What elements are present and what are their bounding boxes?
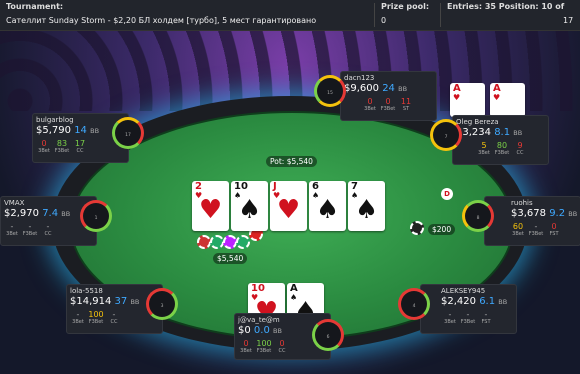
player-stats: 0 3Bet 0 F3Bet 11 ST	[364, 97, 412, 112]
board-card: 10 ♠ ♠	[231, 181, 268, 231]
player-hole-card: A ♥	[490, 83, 525, 117]
player-stats: 0 3Bet 100 F3Bet 0 CC	[240, 339, 286, 354]
player-stats: -3Bet - F3Bet - CC	[6, 222, 52, 237]
player-name: dacn123	[344, 74, 375, 82]
player-avatar[interactable]: 7	[430, 119, 462, 151]
player-stats: 0 3Bet 83 F3Bet 17 CC	[38, 139, 86, 154]
player-panel-dacn123[interactable]: dacn123 $9,600 24 BB 0 3Bet 0 F3Bet 11 ST	[340, 71, 437, 121]
player-stats: -3Bet 100 F3Bet - CC	[72, 310, 118, 325]
player-avatar[interactable]: 15	[314, 75, 346, 107]
entries-value: 17	[563, 16, 574, 25]
board-card: 7 ♠ ♠	[348, 181, 385, 231]
player-stats: 5 3Bet 80 F3Bet 9 CC	[478, 141, 524, 156]
player-panel-oleg-bereza[interactable]: Oleg Bereza $3,234 8.1 BB 5 3Bet 80 F3Bet …	[452, 115, 549, 165]
board-card: 6 ♠ ♠	[309, 181, 346, 231]
board-card: J ♥ ♥	[270, 181, 307, 231]
entries-label: Entries: 35 Position: 10 of	[447, 2, 565, 11]
player-name: j@va_te@m	[238, 316, 280, 324]
player-name: ALEKSEY945	[441, 287, 486, 295]
player-stack: $3,678 9.2 BB	[511, 208, 578, 219]
player-stack: $3,234 8.1 BB	[456, 127, 523, 138]
pot-chip-amount: $5,540	[213, 253, 248, 264]
player-stack: $9,600 24 BB	[344, 83, 408, 94]
player-stack: $5,790 14 BB	[36, 125, 100, 136]
player-name: lola-5518	[70, 287, 103, 295]
player-stack: $0 0.0 BB	[238, 325, 282, 336]
divider	[440, 3, 441, 27]
player-avatar[interactable]: 3	[146, 288, 178, 320]
player-stats: -3Bet - F3Bet - FST	[444, 310, 491, 325]
bet-amount: $200	[428, 224, 456, 235]
player-avatar[interactable]: 1	[80, 200, 112, 232]
player-stack: $2,420 6.1 BB	[441, 296, 508, 307]
divider	[374, 3, 375, 27]
player-hole-card: A ♥	[450, 83, 485, 117]
player-avatar[interactable]: 17	[112, 117, 144, 149]
player-stats: 60 3Bet - F3Bet 0 FST	[512, 222, 559, 237]
tournament-header: Tournament: Сателлит Sunday Storm - $2,2…	[0, 0, 580, 31]
player-avatar[interactable]: 4	[398, 288, 430, 320]
player-name: bulgarblog	[36, 116, 74, 124]
player-avatar[interactable]: 8	[462, 200, 494, 232]
player-stack: $2,970 7.4 BB	[4, 208, 71, 219]
player-name: Oleg Bereza	[456, 118, 499, 126]
dealer-button: D	[441, 188, 453, 200]
poker-table-scene: Pot: $5,540 $5,540 $200 D 2 ♥ ♥ 10 ♠ ♠ J ♥ ♥ 6…	[0, 31, 580, 374]
player-panel-ruohis[interactable]: ruohis $3,678 9.2 BB 60 3Bet - F3Bet 0 FST	[484, 196, 580, 246]
tournament-label: Tournament:	[6, 2, 64, 11]
player-name: ruohis	[511, 199, 533, 207]
chip-icon	[197, 235, 211, 249]
player-stack: $14,914 37 BB	[70, 296, 140, 307]
prize-pool-value: 0	[381, 16, 387, 25]
chip-icon	[223, 235, 237, 249]
chip-icon	[236, 235, 250, 249]
bet-chip-icon	[410, 221, 424, 235]
player-panel-aleksey945[interactable]: ALEKSEY945 $2,420 6.1 BB -3Bet - F3Bet -F…	[420, 284, 517, 334]
player-name: VMAX	[4, 199, 25, 207]
board-card: 2 ♥ ♥	[192, 181, 229, 231]
pot-label: Pot: $5,540	[266, 156, 317, 167]
tournament-name: Сателлит Sunday Storm - $2,20 БЛ холдем …	[6, 16, 317, 25]
prize-pool-label: Prize pool:	[381, 2, 430, 11]
chip-icon	[210, 235, 224, 249]
player-avatar[interactable]: 6	[312, 319, 344, 351]
